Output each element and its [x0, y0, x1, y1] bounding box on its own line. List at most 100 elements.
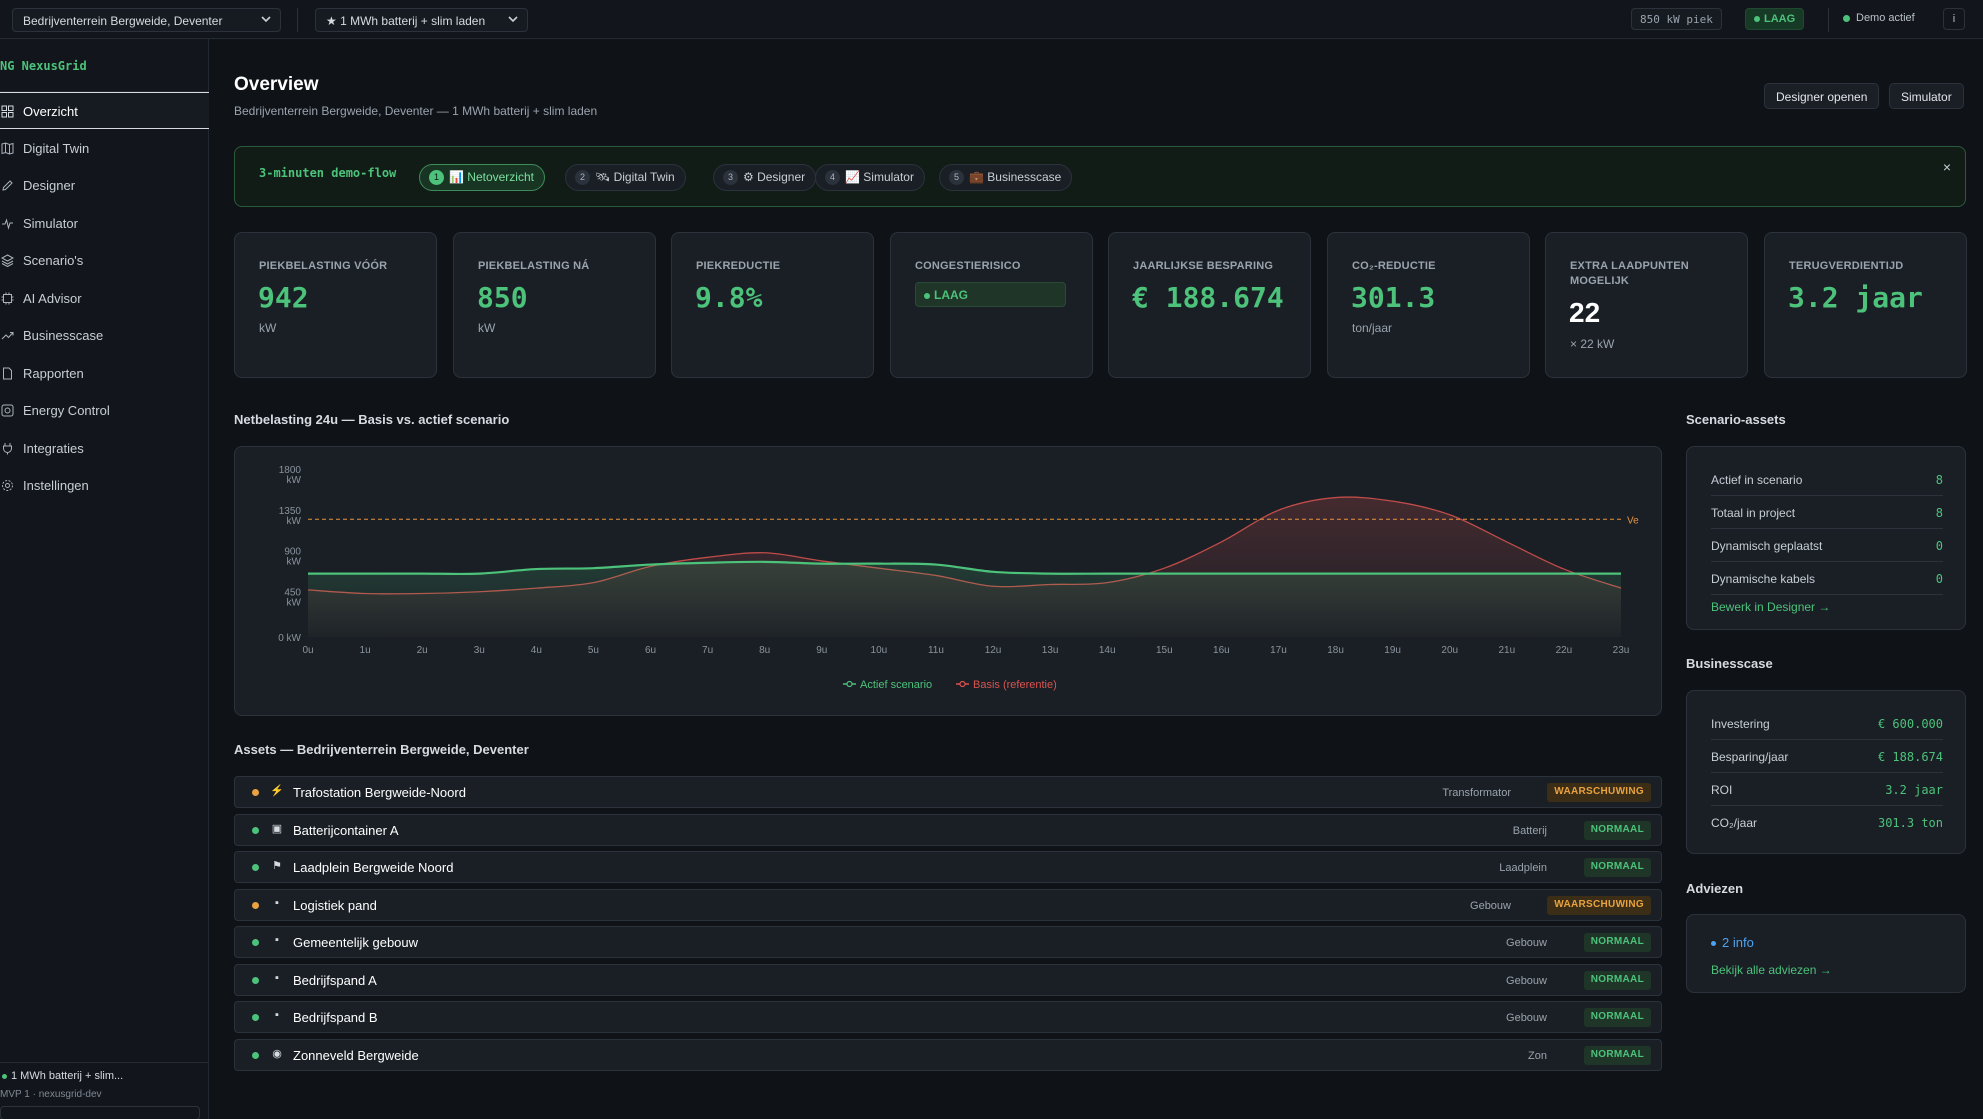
x-tick-label: 20u	[1441, 645, 1458, 656]
advice-info-label: 2 info	[1722, 935, 1754, 950]
risk-badge: LAAG	[1745, 8, 1805, 30]
asset-row[interactable]: ◉ Zonneveld Bergweide Zon NORMAAL	[234, 1038, 1662, 1071]
kpi-value: 850	[477, 281, 528, 314]
demo-step-digital-twin[interactable]: 2 🛰 Digital Twin	[565, 164, 686, 191]
sidebar-collapse-button[interactable]	[0, 1106, 200, 1119]
status-dot	[252, 864, 259, 871]
asset-row[interactable]: ⚑ Laadplein Bergweide Noord Laadplein NORMA…	[234, 851, 1662, 883]
asset-row[interactable]: ▪ Logistiek pand Gebouw WAARSCHUWING	[234, 888, 1662, 921]
legend-label: Basis (referentie)	[973, 679, 1057, 691]
asset-name: Logistiek pand	[293, 897, 377, 913]
sidebar-footer-version: MVP 1 · nexusgrid-dev	[0, 1089, 102, 1100]
row-label: Totaal in project	[1711, 506, 1796, 520]
y-tick-label: 450 kW	[284, 587, 301, 608]
x-tick-label: 16u	[1213, 645, 1230, 656]
sidebar-item-simulator[interactable]: Simulator	[0, 205, 209, 242]
info-button[interactable]: i	[1943, 8, 1965, 30]
sidebar-item-energy-control[interactable]: Energy Control	[0, 392, 209, 429]
status-dot	[252, 826, 259, 834]
status-dot	[2, 1073, 7, 1079]
status-badge: WAARSCHUWING	[1547, 895, 1651, 915]
x-tick-label: 8u	[759, 645, 770, 656]
risk-badge-label: LAAG	[1764, 13, 1796, 25]
x-tick-label: 12u	[985, 645, 1002, 656]
asset-type-icon: ⚡	[270, 785, 284, 797]
kpi-label: TERUGVERDIENTIJD	[1789, 260, 1904, 272]
sidebar-item-label: Energy Control	[23, 403, 110, 418]
asset-name: Bedrijfspand A	[293, 972, 377, 988]
demo-step-businesscase[interactable]: 5 💼 Businesscase	[939, 164, 1073, 191]
sidebar-item-designer[interactable]: Designer	[0, 167, 209, 204]
asset-name: Laadplein Bergweide Noord	[293, 860, 454, 875]
sidebar-item-overzicht[interactable]: Overzicht	[0, 92, 209, 129]
load-chart-svg: 0 kW 450 kW 900 kW 1350 kW 1800 kW 0u 1u 2u 3u 4u 5u 6u…	[278, 465, 1639, 691]
kpi-value: 22	[1569, 297, 1601, 328]
step-label: ⚙ Designer	[743, 170, 806, 184]
gear-icon	[2, 480, 13, 491]
status-dot	[1754, 16, 1760, 23]
kpi-label: CO₂-REDUCTIE	[1352, 260, 1436, 272]
sidebar-item-ai-advisor[interactable]: AI Advisor	[0, 280, 209, 317]
advice-info-count: 2 info	[1711, 935, 1754, 950]
asset-row[interactable]: ⚡ Trafostation Bergweide-Noord Transformat…	[234, 776, 1662, 808]
page-title: Overview	[234, 74, 319, 95]
row-label: Dynamische kabels	[1711, 572, 1816, 586]
demo-step-simulator[interactable]: 4 📈 Simulator	[815, 164, 925, 191]
demo-step-netoverzicht[interactable]: 1 📊 Netoverzicht	[419, 164, 545, 191]
asset-type: Gebouw	[1470, 899, 1511, 912]
asset-type-icon: ▪	[275, 1009, 279, 1021]
asset-type: Laadplein	[1499, 862, 1547, 874]
row-value: 3.2 jaar	[1885, 783, 1943, 797]
peak-indicator: 850 kW piek	[1631, 8, 1722, 30]
businesscase-title: Businesscase	[1686, 656, 1773, 671]
kpi-value: € 188.674	[1132, 281, 1284, 314]
asset-row[interactable]: ▪ Bedrijfspand B Gebouw NORMAAL	[234, 1001, 1662, 1033]
asset-name: Batterijcontainer A	[293, 822, 399, 838]
sidebar-item-label: Digital Twin	[23, 141, 90, 156]
x-tick-label: 0u	[302, 645, 313, 656]
top-bar: Bedrijventerrein Bergweide, Deventer ★ 1…	[0, 0, 1983, 39]
sidebar-item-instellingen[interactable]: Instellingen	[0, 467, 209, 504]
kpi-label: PIEKREDUCTIE	[696, 260, 781, 272]
status-badge: NORMAAL	[1583, 970, 1651, 990]
asset-type-icon: ▪	[275, 934, 279, 946]
pencil-icon	[2, 180, 13, 191]
grid-icon	[1, 105, 14, 118]
businesscase-row: Besparing/jaar € 188.674	[1711, 740, 1943, 773]
legend-marker	[959, 680, 966, 688]
asset-row[interactable]: ▣ Batterijcontainer A Batterij NORMAAL	[234, 813, 1662, 846]
step-label: 💼 Businesscase	[969, 170, 1062, 184]
close-icon[interactable]: ×	[1943, 159, 1951, 175]
sidebar-item-digital-twin[interactable]: Digital Twin	[0, 130, 209, 167]
x-tick-label: 22u	[1556, 645, 1573, 656]
step-number: 5	[949, 170, 964, 185]
simulator-button[interactable]: Simulator	[1889, 83, 1964, 109]
sidebar-item-label: Simulator	[23, 216, 78, 231]
scenario-asset-row: Actief in scenario 8	[1711, 463, 1943, 496]
sidebar: NG NexusGrid Overzicht Digital Twin Desi…	[0, 39, 209, 1119]
sidebar-item-scenarios[interactable]: Scenario's	[0, 242, 209, 279]
sidebar-item-label: Designer	[23, 178, 76, 193]
demo-step-designer[interactable]: 3 ⚙ Designer	[713, 164, 817, 191]
sidebar-item-businesscase[interactable]: Businesscase	[0, 317, 209, 354]
asset-type: Transformator	[1442, 787, 1511, 799]
designer-open-button[interactable]: Designer openen	[1764, 83, 1880, 109]
edit-in-designer-link[interactable]: Bewerk in Designer →	[1711, 600, 1830, 614]
status-dot	[252, 901, 259, 909]
asset-row[interactable]: ▪ Bedrijfspand A Gebouw NORMAAL	[234, 963, 1662, 996]
scenario-select[interactable]: ★ 1 MWh batterij + slim laden	[315, 8, 528, 32]
location-select[interactable]: Bedrijventerrein Bergweide, Deventer	[12, 8, 281, 32]
step-number: 2	[575, 170, 590, 185]
kpi-card-extra-chargers: EXTRA LAADPUNTEN MOGELIJK 22 × 22 kW	[1545, 232, 1748, 378]
x-tick-label: 14u	[1099, 645, 1116, 656]
asset-type-icon: ◉	[272, 1047, 282, 1060]
asset-row[interactable]: ▪ Gemeentelijk gebouw Gebouw NORMAAL	[234, 926, 1662, 958]
sidebar-item-rapporten[interactable]: Rapporten	[0, 355, 209, 392]
x-tick-label: 7u	[702, 645, 713, 656]
row-label: Besparing/jaar	[1711, 750, 1789, 764]
view-all-advice-link[interactable]: Bekijk alle adviezen →	[1711, 963, 1832, 977]
kpi-card-annual-savings: JAARLIJKSE BESPARING € 188.674	[1108, 232, 1311, 378]
page-subtitle: Bedrijventerrein Bergweide, Deventer — 1…	[234, 104, 598, 118]
sidebar-item-integraties[interactable]: Integraties	[0, 430, 209, 467]
divider	[1828, 8, 1829, 32]
